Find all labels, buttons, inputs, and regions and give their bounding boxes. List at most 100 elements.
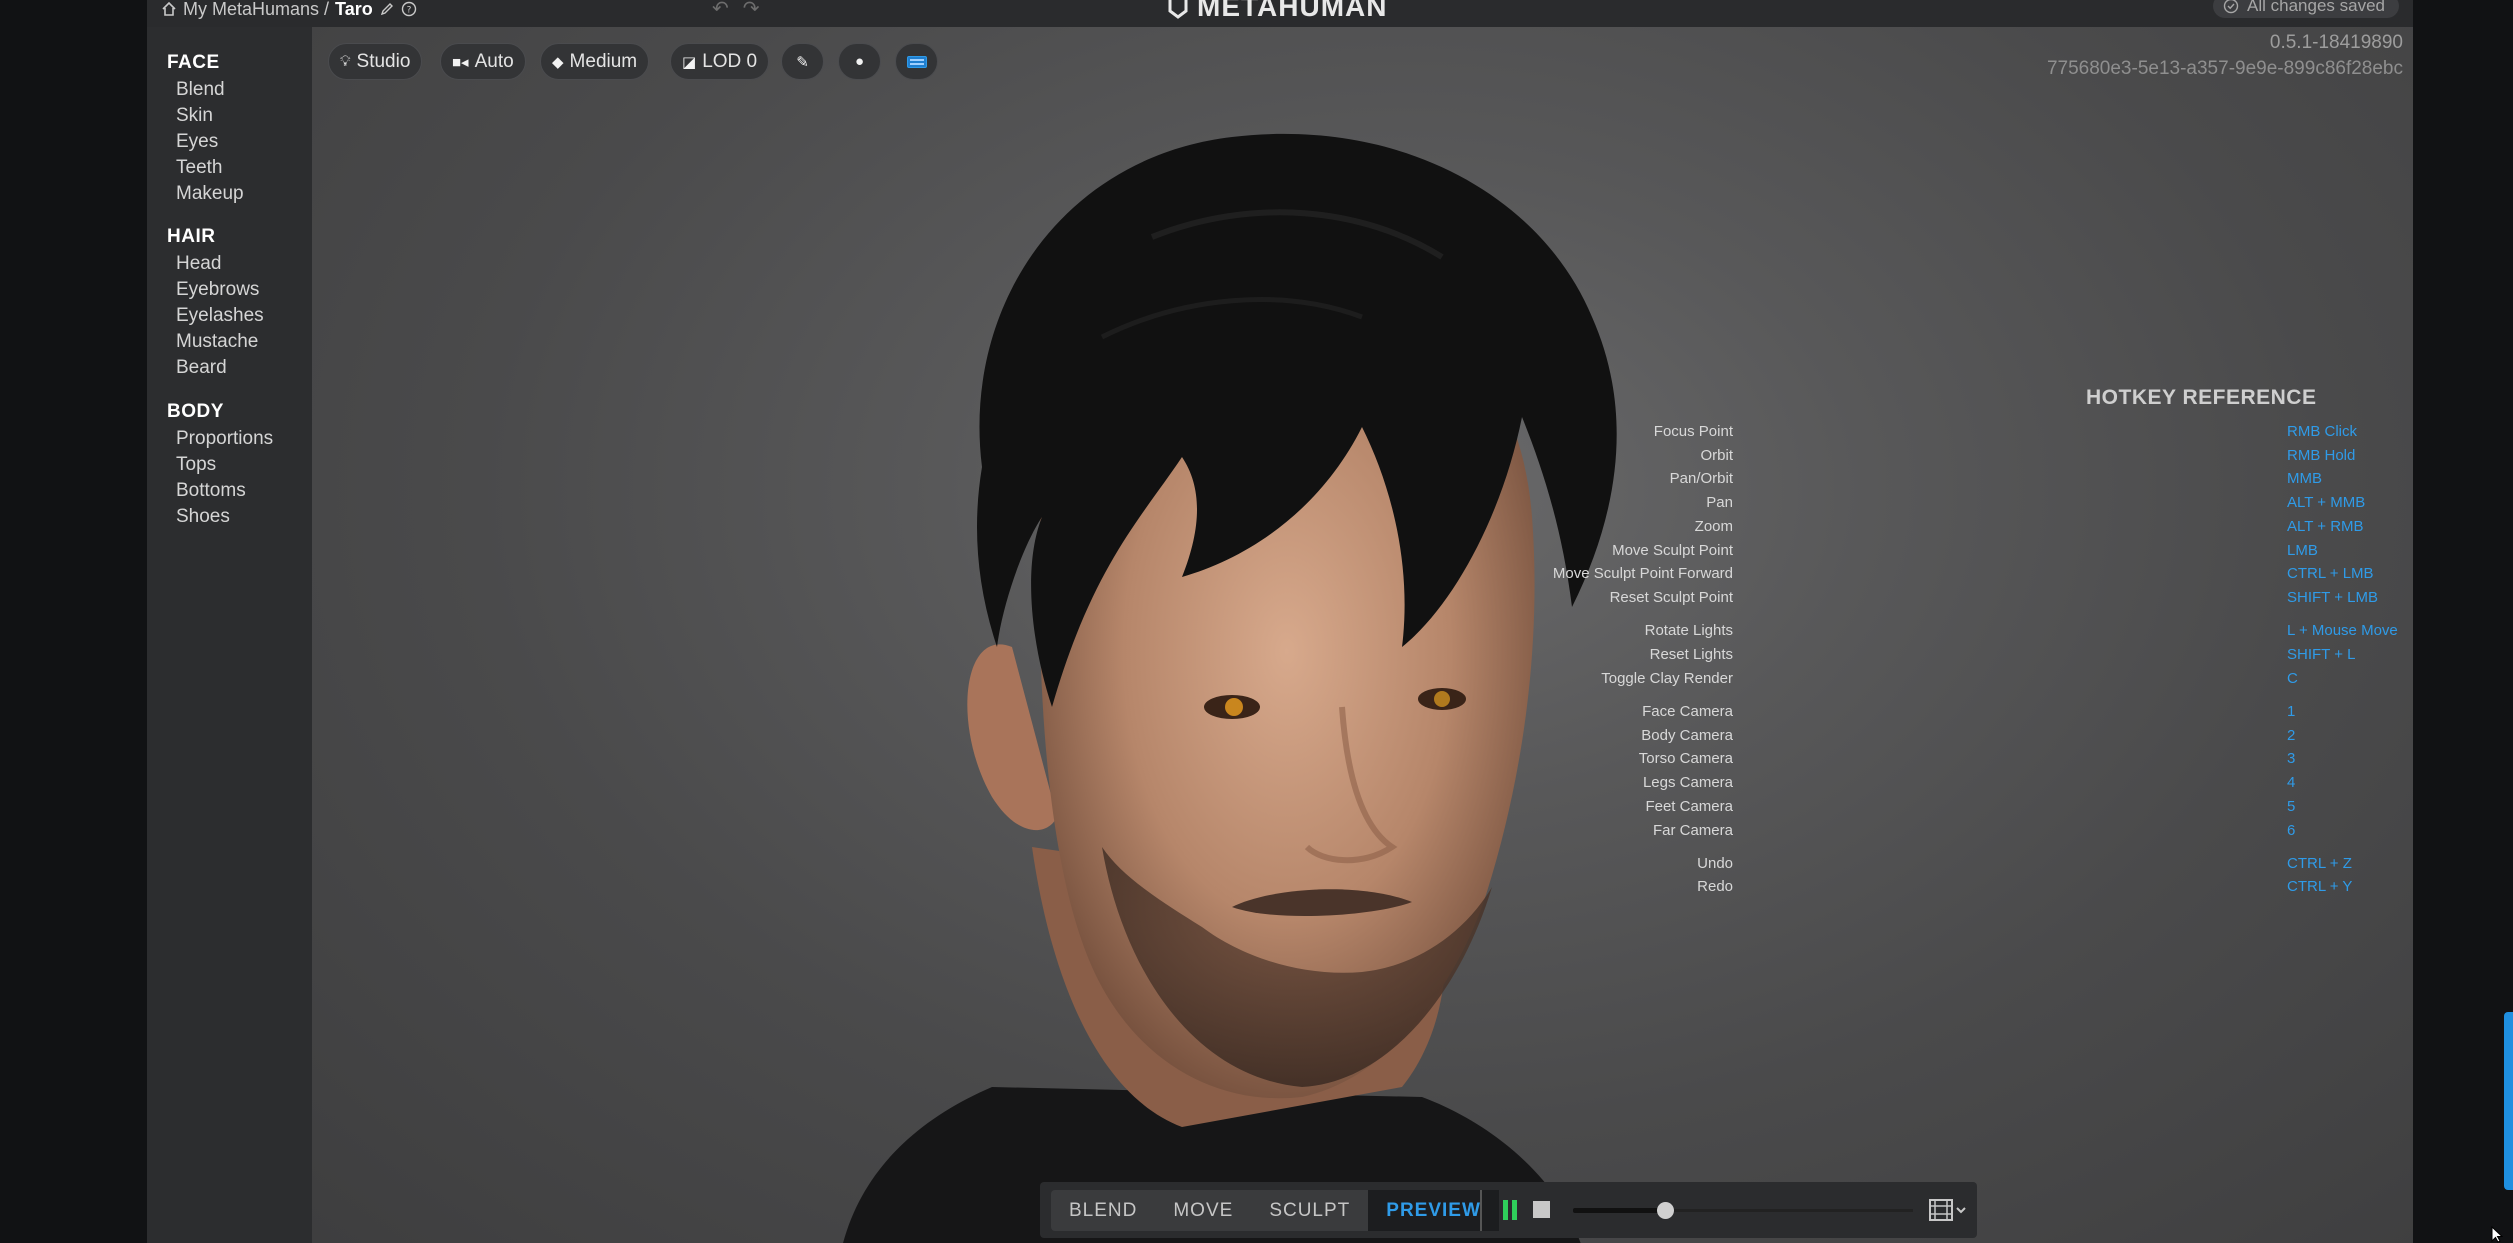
scroll-indicator[interactable] [2504, 1012, 2513, 1190]
build-version: 0.5.1-18419890 [2269, 32, 2403, 53]
hotkey-key: LMB [2287, 542, 2318, 559]
hotkey-label: Rotate Lights [1644, 622, 1733, 639]
metahuman-logo: METAHUMAN [1167, 0, 1407, 22]
check-circle-icon [2223, 0, 2239, 14]
hotkey-key: 1 [2287, 703, 2296, 720]
sidebar-item-eyes[interactable]: Eyes [176, 131, 218, 153]
hotkey-row: Feet Camera 5 [312, 798, 2413, 818]
hotkey-key: L + Mouse Move [2287, 622, 2398, 639]
pause-icon[interactable] [1502, 1200, 1518, 1220]
hotkey-row: Far Camera 6 [312, 822, 2413, 842]
hotkey-label: Redo [1697, 878, 1733, 895]
hotkey-row: Zoom ALT + RMB [312, 518, 2413, 538]
top-bar: My MetaHumans / Taro ? ↶ ↷ METAHUMAN All… [147, 0, 2413, 27]
hotkey-label: Pan [1706, 494, 1733, 511]
hotkey-row: Move Sculpt Point Forward CTRL + LMB [312, 565, 2413, 585]
hotkey-label: Torso Camera [1638, 750, 1733, 767]
section-hair[interactable]: HAIR [167, 226, 215, 248]
hotkey-row: Face Camera 1 [312, 703, 2413, 723]
hotkey-key: ALT + MMB [2287, 494, 2366, 511]
playback-slider-handle[interactable] [1656, 1202, 1674, 1219]
tab-move[interactable]: MOVE [1155, 1190, 1251, 1231]
sidebar-item-eyebrows[interactable]: Eyebrows [176, 279, 259, 301]
chevron-down-icon [1956, 1207, 1966, 1214]
sidebar-item-proportions[interactable]: Proportions [176, 428, 273, 450]
sidebar-item-beard[interactable]: Beard [176, 357, 227, 379]
hotkey-row: Legs Camera 4 [312, 774, 2413, 794]
hotkey-key: SHIFT + LMB [2287, 589, 2378, 606]
hotkey-label: Focus Point [1653, 423, 1733, 440]
svg-text:?: ? [406, 6, 411, 16]
lighting-dropdown[interactable]: 💡︎ Studio [328, 43, 423, 80]
help-icon[interactable]: ? [401, 1, 417, 17]
sidebar-item-mustache[interactable]: Mustache [176, 331, 258, 353]
clay-render-button[interactable]: ● [838, 43, 881, 80]
metahuman-app: My MetaHumans / Taro ? ↶ ↷ METAHUMAN All… [147, 0, 2413, 1243]
diamond-icon: ◆ [552, 53, 564, 71]
mode-tabs: BLEND MOVE SCULPT PREVIEW [1051, 1190, 1499, 1231]
hotkey-reference-title: HOTKEY REFERENCE [2086, 386, 2317, 409]
quality-dropdown[interactable]: ◆ Medium [540, 43, 650, 80]
sidebar-item-bottoms[interactable]: Bottoms [176, 480, 246, 502]
playback-progress [1573, 1208, 1665, 1213]
build-id: 775680e3-5e13-a357-9e9e-899c86f28ebc [2046, 58, 2403, 79]
hotkey-label: Pan/Orbit [1669, 470, 1733, 487]
quality-label: Medium [569, 50, 638, 72]
3d-viewport[interactable]: 💡︎ Studio ■◂ Auto ◆ Medium ◪ LOD 0 ✎ ● 0… [312, 27, 2413, 1243]
section-face[interactable]: FACE [167, 52, 220, 74]
video-camera-icon: ■◂ [452, 53, 469, 71]
sidebar-item-tops[interactable]: Tops [176, 454, 216, 476]
section-body[interactable]: BODY [167, 401, 224, 423]
hotkey-key: SHIFT + L [2287, 646, 2356, 663]
hotkey-row: Body Camera 2 [312, 727, 2413, 747]
brush-toggle-button[interactable]: ✎ [781, 43, 824, 80]
lod-dropdown[interactable]: ◪ LOD 0 [670, 43, 770, 80]
stop-icon[interactable] [1533, 1201, 1550, 1218]
lod-label: LOD 0 [702, 50, 758, 72]
hotkey-key: 5 [2287, 798, 2296, 815]
hotkey-row: Torso Camera 3 [312, 750, 2413, 770]
lightbulb-icon: 💡︎ [340, 53, 351, 70]
cube-icon: ◪ [682, 53, 697, 71]
save-status: All changes saved [2213, 0, 2399, 18]
sidebar-item-shoes[interactable]: Shoes [176, 506, 230, 528]
hotkey-row: Redo CTRL + Y [312, 878, 2413, 898]
hotkey-key: CTRL + Y [2287, 878, 2353, 895]
hotkey-key: 4 [2287, 774, 2296, 791]
undo-icon[interactable]: ↶ [712, 0, 729, 21]
sidebar-item-makeup[interactable]: Makeup [176, 183, 244, 205]
mode-bar: BLEND MOVE SCULPT PREVIEW [1040, 1182, 1977, 1238]
sidebar-item-head[interactable]: Head [176, 253, 221, 275]
hotkey-key: CTRL + LMB [2287, 565, 2374, 582]
hotkey-row: Rotate Lights L + Mouse Move [312, 622, 2413, 642]
category-sidebar: FACE Blend Skin Eyes Teeth Makeup HAIR H… [147, 27, 312, 1243]
tab-blend[interactable]: BLEND [1051, 1190, 1155, 1231]
hotkey-label: Move Sculpt Point [1612, 542, 1733, 559]
redo-icon[interactable]: ↷ [743, 0, 760, 21]
sidebar-item-blend[interactable]: Blend [176, 79, 225, 101]
camera-dropdown[interactable]: ■◂ Auto [440, 43, 526, 80]
film-icon[interactable] [1928, 1197, 1968, 1223]
sidebar-item-skin[interactable]: Skin [176, 105, 213, 127]
breadcrumb-root[interactable]: My MetaHumans / [183, 0, 329, 20]
sidebar-item-teeth[interactable]: Teeth [176, 157, 222, 179]
tab-sculpt[interactable]: SCULPT [1251, 1190, 1368, 1231]
brush-icon: ✎ [796, 53, 809, 71]
hotkey-key: 3 [2287, 750, 2296, 767]
metahuman-name: Taro [335, 0, 373, 19]
hotkey-label: Orbit [1700, 447, 1733, 464]
hotkey-row: Move Sculpt Point LMB [312, 542, 2413, 562]
hotkey-row: Pan/Orbit MMB [312, 470, 2413, 490]
sidebar-item-eyelashes[interactable]: Eyelashes [176, 305, 264, 327]
home-icon[interactable] [161, 1, 177, 17]
lighting-label: Studio [356, 50, 411, 72]
edit-icon[interactable] [379, 1, 395, 17]
hotkey-key: MMB [2287, 470, 2322, 487]
hotkey-label: Reset Sculpt Point [1609, 589, 1733, 606]
hotkey-row: Undo CTRL + Z [312, 855, 2413, 875]
hotkey-reference-button[interactable] [895, 43, 938, 80]
brand-name: METAHUMAN [1197, 0, 1388, 22]
hotkey-key: RMB Click [2287, 423, 2357, 440]
hotkey-label: Face Camera [1642, 703, 1733, 720]
hotkey-label: Legs Camera [1642, 774, 1733, 791]
